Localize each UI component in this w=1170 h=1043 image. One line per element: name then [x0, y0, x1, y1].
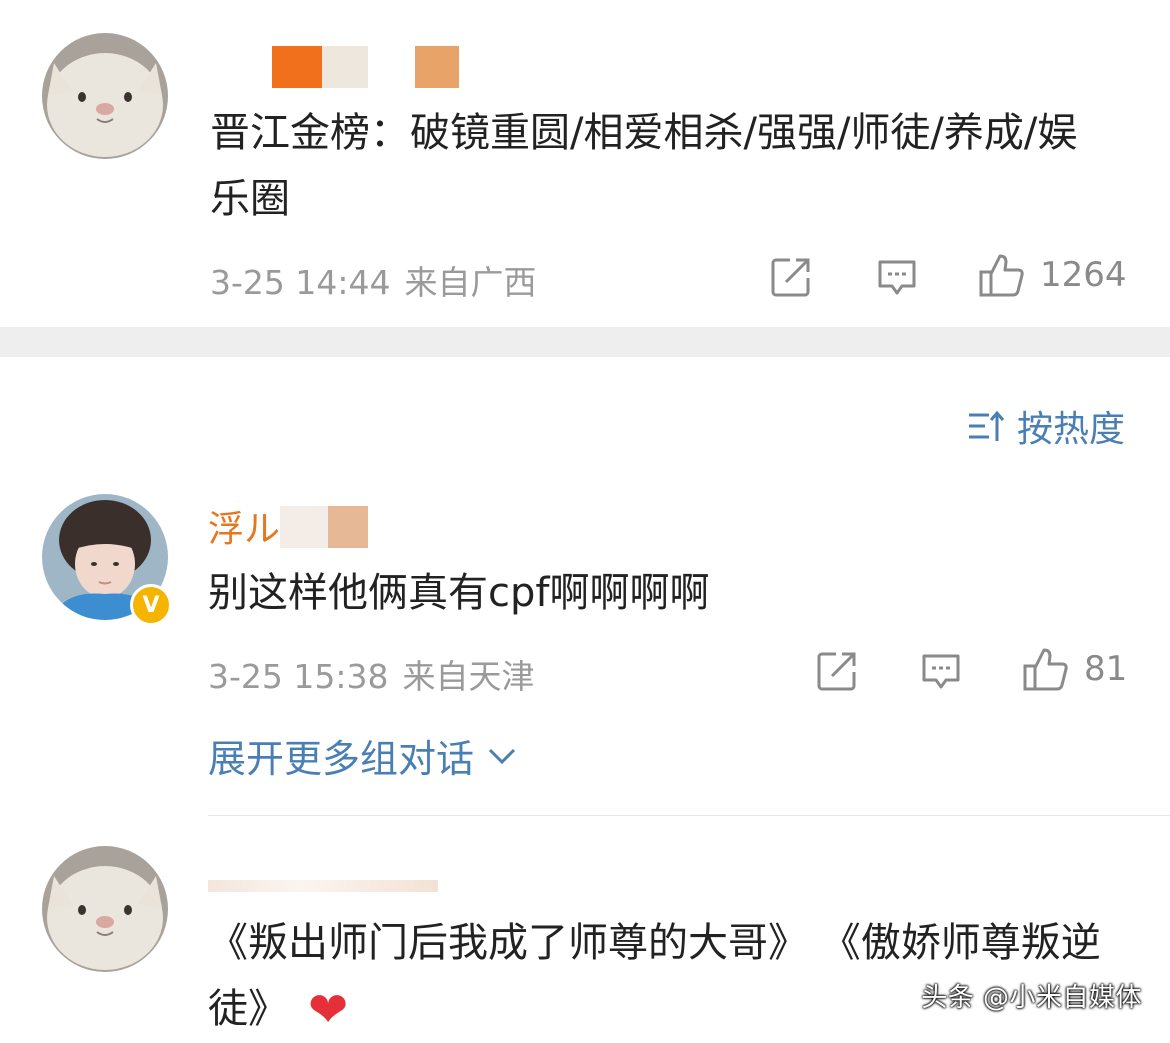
cat-avatar-image: [42, 846, 168, 972]
comment-text: 别这样他俩真有cpf啊啊啊啊: [208, 570, 710, 616]
heart-emoji: ❤: [308, 982, 349, 1038]
avatar[interactable]: [42, 846, 168, 972]
comment-location: 来自广西: [404, 263, 537, 302]
sort-icon: [968, 410, 1005, 441]
comment-divider: [208, 815, 1170, 816]
username[interactable]: [208, 852, 448, 898]
like-count: 1264: [1040, 255, 1127, 295]
comment-location: 来自天津: [402, 657, 535, 696]
like-button[interactable]: 1264: [978, 252, 1127, 298]
share-button[interactable]: [816, 650, 858, 692]
sort-label: 按热度: [1016, 409, 1125, 450]
cat-avatar-image: [42, 33, 168, 159]
share-icon: [771, 258, 810, 297]
redaction-block: [280, 506, 328, 548]
comment-icon: [922, 654, 960, 689]
redaction-block: [272, 46, 322, 88]
like-icon: [979, 254, 1024, 297]
comment-meta: 3-25 15:38 来自天津: [208, 650, 535, 698]
chevron-down-icon: [488, 748, 516, 764]
redaction-block: [328, 506, 368, 548]
comment-time: 3-25 14:44: [210, 263, 391, 302]
comment-text: 晋江金榜：破镜重圆/相爱相杀/强强/师徒/养成/娱乐圈: [210, 110, 1078, 222]
like-button[interactable]: 81: [1022, 646, 1127, 692]
watermark: 头条 @小米自媒体: [921, 983, 1142, 1013]
expand-conversation-link[interactable]: 展开更多组对话: [208, 728, 516, 783]
comment-meta: 3-25 14:44 来自广西: [210, 256, 537, 304]
comment-icon: [878, 260, 916, 295]
redaction-block: [322, 46, 368, 88]
comment-button[interactable]: [920, 652, 962, 692]
verified-badge-icon: V: [130, 584, 172, 626]
avatar[interactable]: [42, 33, 168, 159]
sort-by-hot-button[interactable]: 按热度: [967, 400, 1125, 452]
like-count: 81: [1084, 649, 1128, 689]
comment-time: 3-25 15:38: [208, 657, 389, 696]
share-icon: [817, 652, 856, 691]
redaction-block: [208, 880, 438, 892]
comment-button[interactable]: [876, 258, 918, 298]
section-divider: [0, 327, 1170, 357]
like-icon: [1023, 648, 1068, 691]
share-button[interactable]: [770, 256, 812, 298]
username[interactable]: 浮ル: [208, 500, 408, 550]
expand-label: 展开更多组对话: [208, 737, 475, 781]
redaction-block: [415, 46, 459, 88]
username[interactable]: [210, 42, 470, 88]
